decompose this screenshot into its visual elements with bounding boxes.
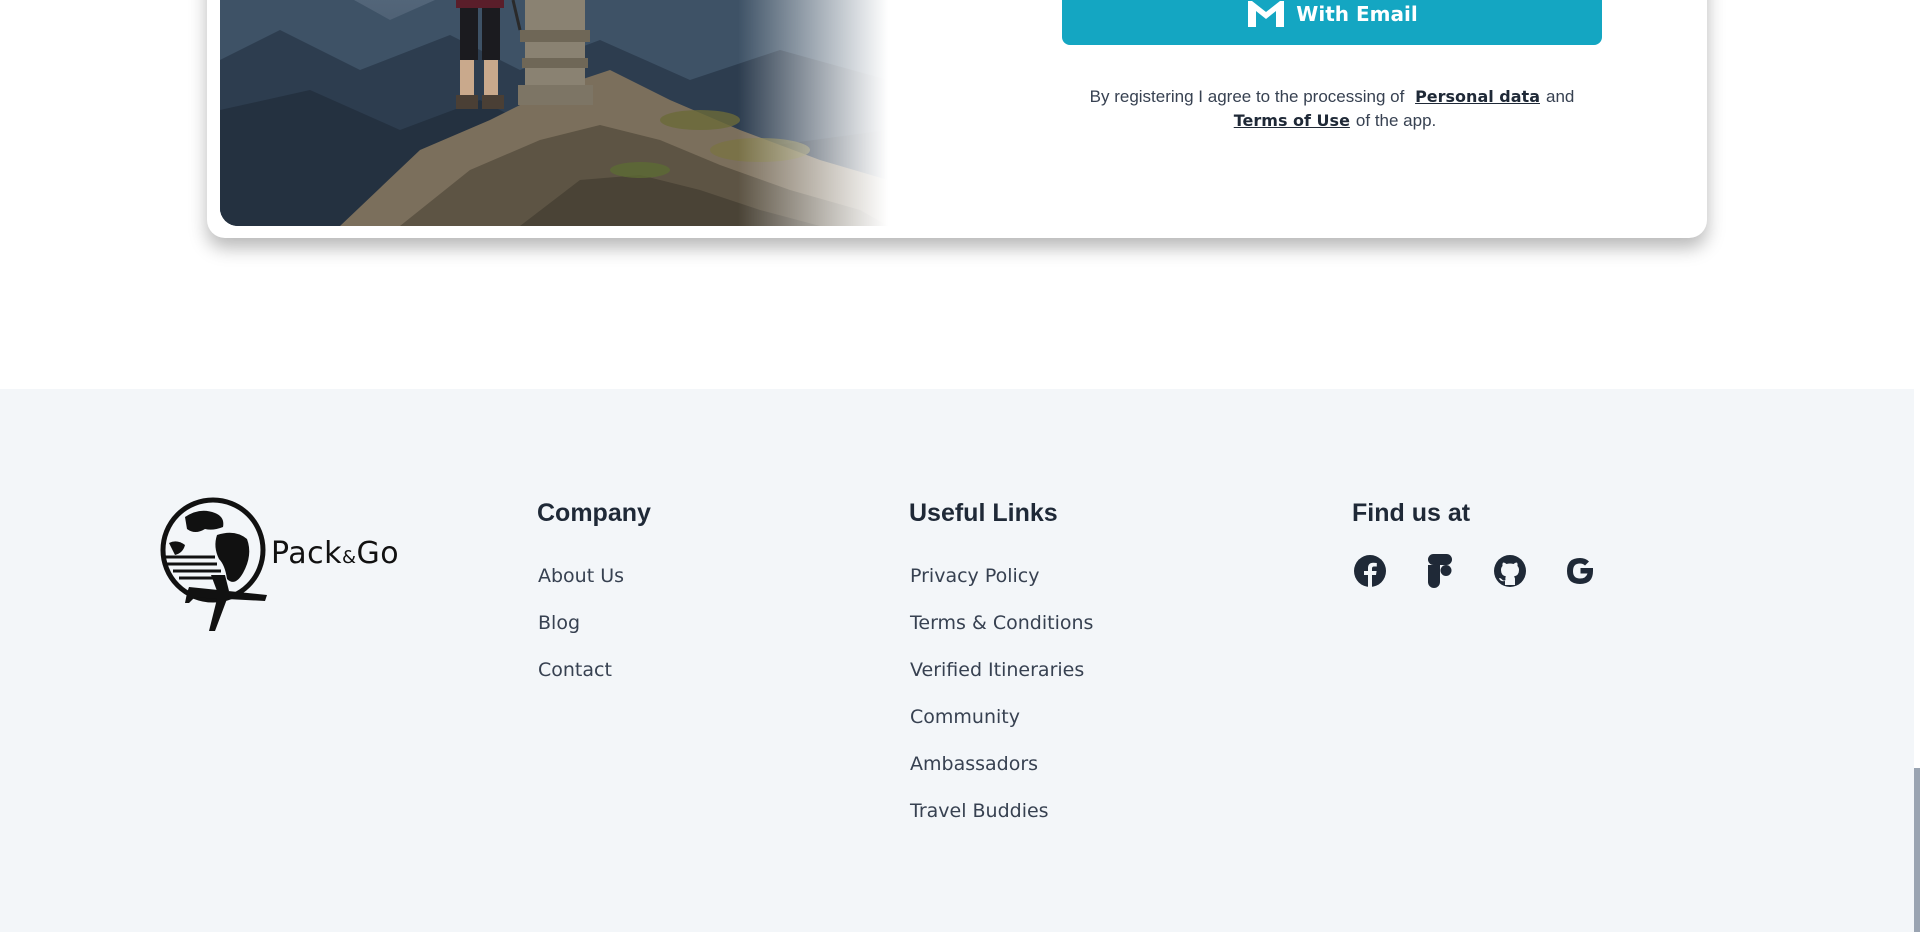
globe-plane-icon <box>160 497 267 631</box>
footer-link-blog[interactable]: Blog <box>538 600 651 647</box>
footer: Pack&Go Company About Us Blog Contact Us… <box>0 389 1914 932</box>
gmail-icon <box>1248 1 1285 27</box>
brand-logo[interactable]: Pack&Go <box>155 495 425 635</box>
footer-link-terms-conditions[interactable]: Terms & Conditions <box>910 600 1093 647</box>
figma-link[interactable] <box>1422 553 1458 589</box>
useful-links-column: Useful Links Privacy Policy Terms & Cond… <box>909 498 1093 835</box>
google-icon <box>1567 558 1593 584</box>
consent-suffix: of the app. <box>1355 111 1437 130</box>
consent-prefix: By registering I agree to the processing… <box>1089 87 1405 106</box>
useful-links-list: Privacy Policy Terms & Conditions Verifi… <box>909 553 1093 835</box>
find-us-heading: Find us at <box>1352 499 1471 527</box>
brand-name: Pack&Go <box>271 536 399 571</box>
brand-name-amp: & <box>342 546 357 568</box>
brand-name-part1: Pack <box>271 535 342 571</box>
footer-link-privacy-policy[interactable]: Privacy Policy <box>910 553 1093 600</box>
hiker-photo <box>220 0 888 226</box>
email-button-label: With Email <box>1296 2 1418 26</box>
footer-link-community[interactable]: Community <box>910 694 1093 741</box>
consent-text: By registering I agree to the processing… <box>1062 85 1602 133</box>
consent-and: and <box>1545 87 1575 106</box>
terms-of-use-link[interactable]: Terms of Use <box>1234 111 1350 130</box>
brand-name-part2: Go <box>356 535 400 571</box>
footer-link-verified-itineraries[interactable]: Verified Itineraries <box>910 647 1093 694</box>
page: With Email By registering I agree to the… <box>0 0 1920 932</box>
footer-link-ambassadors[interactable]: Ambassadors <box>910 741 1093 788</box>
find-us-column: Find us at <box>1352 498 1598 589</box>
personal-data-link[interactable]: Personal data <box>1415 87 1540 106</box>
github-link[interactable] <box>1492 553 1528 589</box>
social-links <box>1352 553 1598 589</box>
company-links: About Us Blog Contact <box>537 553 651 694</box>
useful-links-heading: Useful Links <box>909 499 1058 527</box>
google-link[interactable] <box>1562 553 1598 589</box>
figma-icon <box>1428 554 1452 588</box>
facebook-link[interactable] <box>1352 553 1388 589</box>
signup-card: With Email By registering I agree to the… <box>207 0 1707 238</box>
facebook-icon <box>1354 555 1386 588</box>
footer-link-travel-buddies[interactable]: Travel Buddies <box>910 788 1093 835</box>
email-signup-button[interactable]: With Email <box>1062 0 1602 45</box>
scrollbar-thumb[interactable] <box>1914 768 1920 932</box>
github-icon <box>1494 555 1526 587</box>
company-column: Company About Us Blog Contact <box>537 498 651 694</box>
company-heading: Company <box>537 499 651 527</box>
footer-link-about-us[interactable]: About Us <box>538 553 651 600</box>
footer-link-contact[interactable]: Contact <box>538 647 651 694</box>
